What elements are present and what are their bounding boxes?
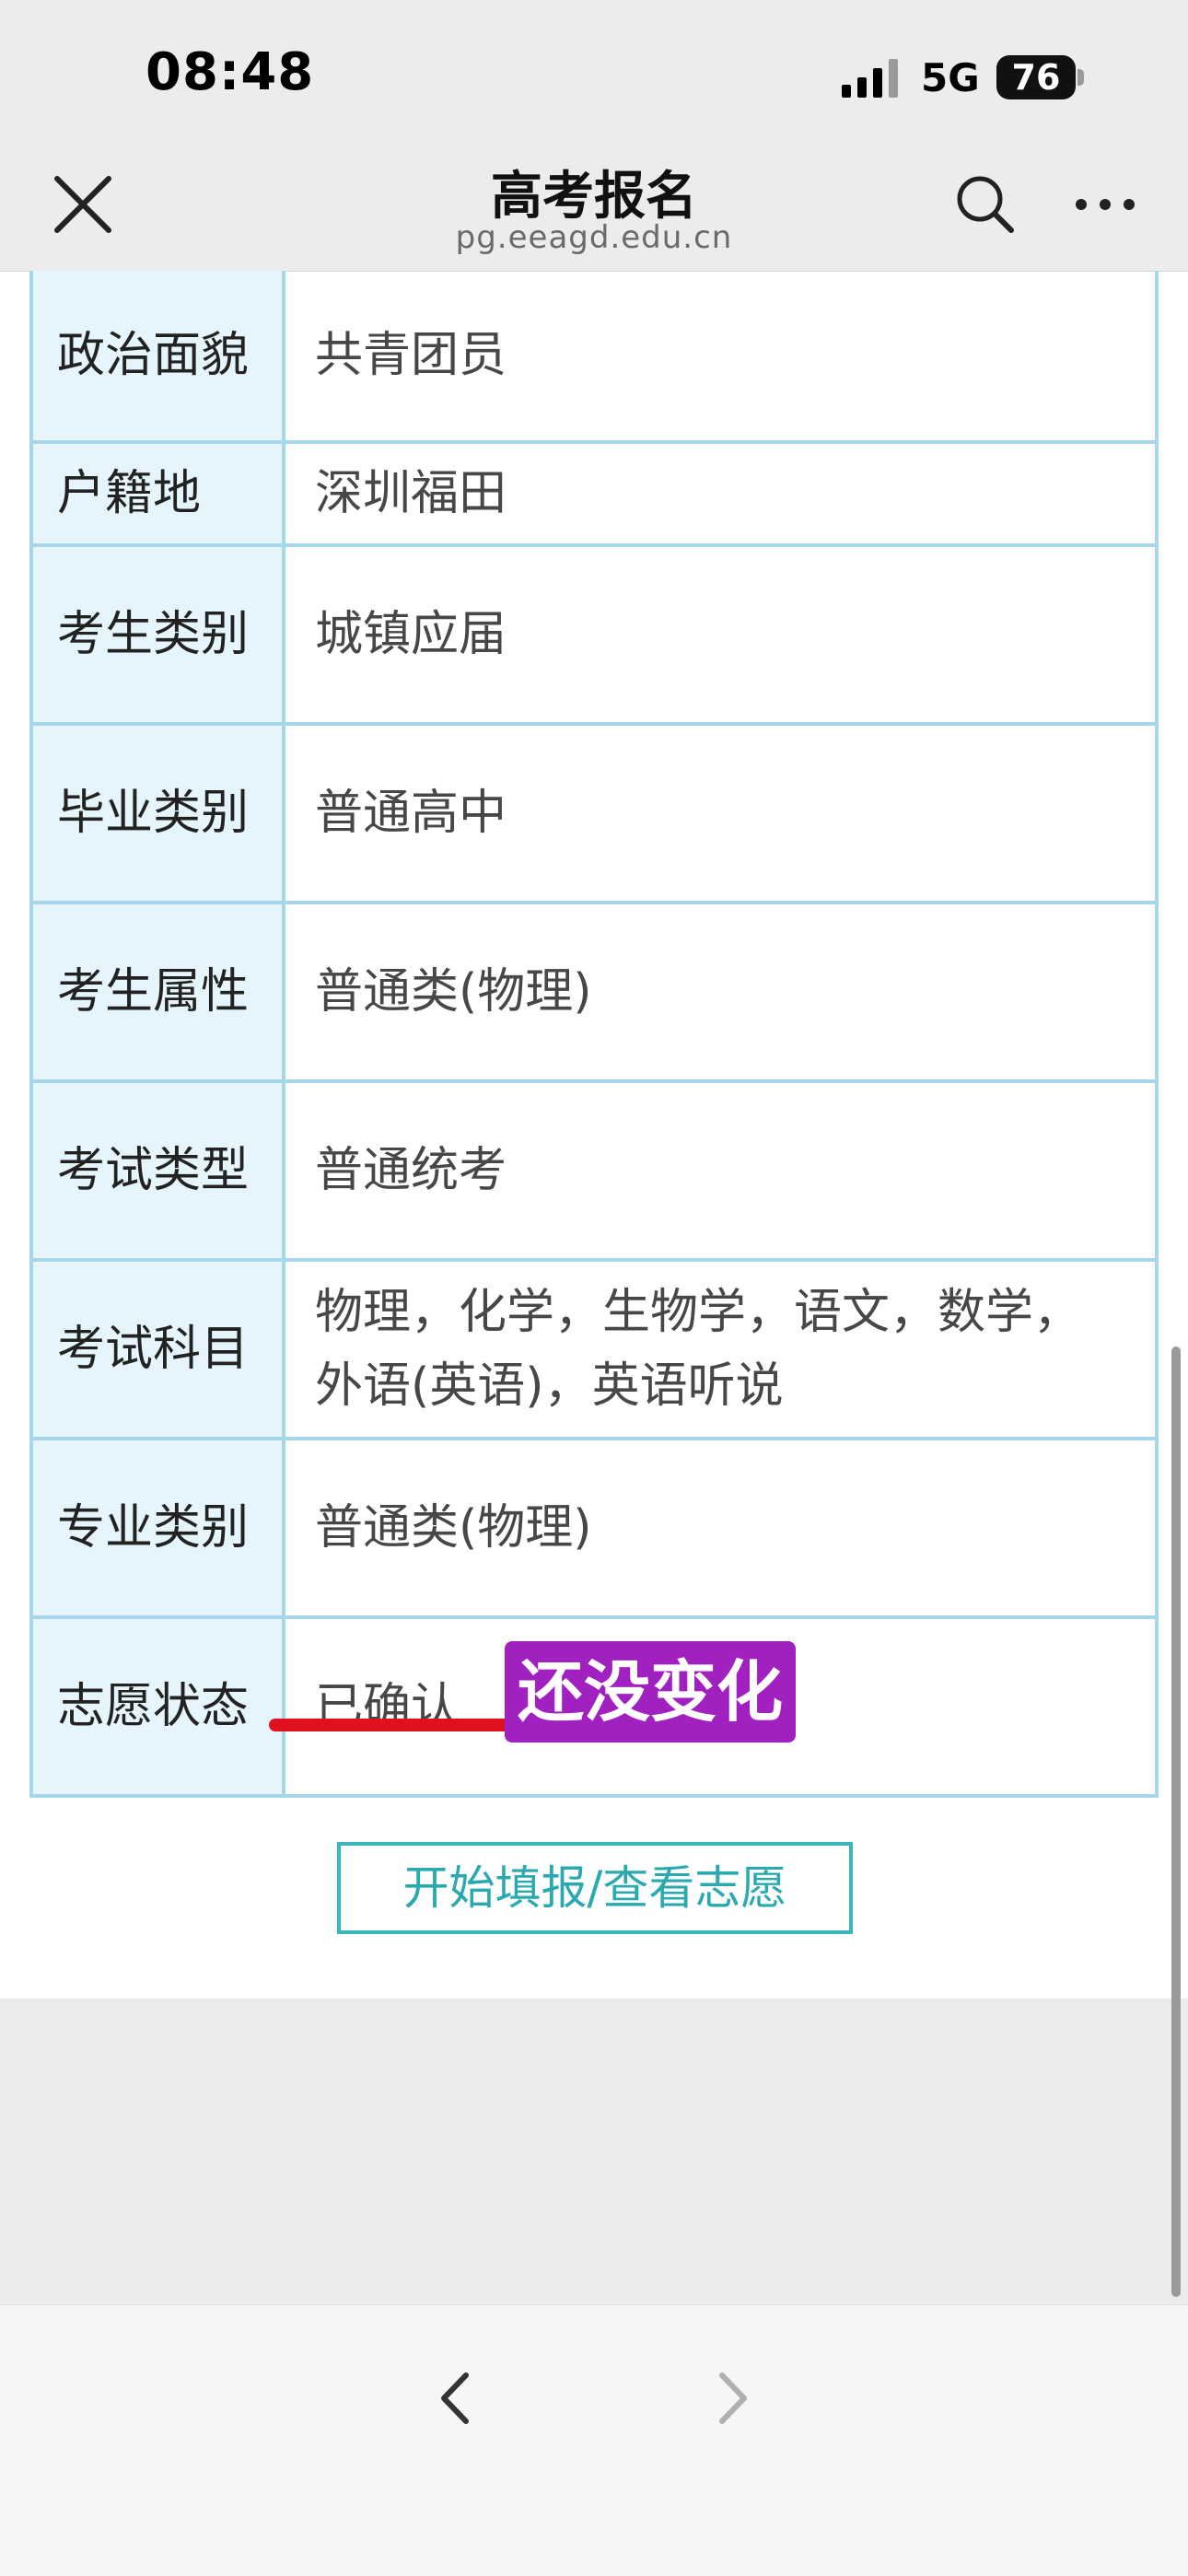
table-row: 毕业类别 普通高中 — [29, 722, 1159, 904]
top-chrome: 08:48 5G 76 高考报名 pg.eeagd.edu.cn — [0, 0, 1188, 272]
table-row: 志愿状态 已确认 还没变化 — [29, 1615, 1159, 1798]
row-value: 普通类(物理) — [282, 1437, 1159, 1619]
page-background — [0, 1999, 1188, 2304]
table-row: 考生属性 普通类(物理) — [29, 901, 1159, 1083]
row-value: 共青团员 — [282, 271, 1159, 444]
row-label: 户籍地 — [29, 440, 285, 547]
row-label: 考试科目 — [29, 1258, 285, 1440]
start-fill-view-wishes-button[interactable]: 开始填报/查看志愿 — [337, 1842, 853, 1934]
table-row: 专业类别 普通类(物理) — [29, 1437, 1159, 1619]
row-value: 普通类(物理) — [282, 901, 1159, 1083]
back-arrow-icon[interactable] — [431, 2366, 479, 2430]
row-label: 政治面貌 — [29, 271, 285, 444]
status-value-cell: 已确认 还没变化 — [269, 1615, 1159, 1798]
table-row: 考试类型 普通统考 — [29, 1079, 1159, 1262]
battery-indicator: 76 — [996, 55, 1076, 99]
registration-info-table: 政治面貌 共青团员 户籍地 深圳福田 考生类别 城镇应届 毕业类别 普通高中 考… — [29, 271, 1159, 1798]
row-label: 志愿状态 — [29, 1615, 285, 1798]
table-row: 政治面貌 共青团员 — [29, 271, 1159, 444]
annotation-badge: 还没变化 — [505, 1641, 797, 1743]
table-row: 考生类别 城镇应届 — [29, 543, 1159, 726]
scrollbar-thumb[interactable] — [1171, 1346, 1181, 2297]
row-value: 普通高中 — [282, 722, 1159, 904]
row-label: 考生属性 — [29, 901, 285, 1083]
table-row: 户籍地 深圳福田 — [29, 440, 1159, 547]
row-value: 城镇应届 — [282, 543, 1159, 726]
signal-strength-icon — [842, 59, 898, 98]
search-icon[interactable] — [954, 173, 1015, 234]
status-time: 08:48 — [146, 42, 315, 102]
table-row: 考试科目 物理，化学，生物学，语文，数学，外语(英语)，英语听说 — [29, 1258, 1159, 1440]
battery-cap — [1077, 69, 1084, 86]
bottom-navigation-bar — [0, 2304, 1188, 2576]
network-label: 5G — [921, 55, 980, 100]
row-value: 深圳福田 — [282, 440, 1159, 547]
forward-arrow-icon[interactable] — [709, 2366, 757, 2430]
row-label: 考试类型 — [29, 1079, 285, 1262]
row-label: 考生类别 — [29, 543, 285, 726]
more-icon[interactable] — [1072, 188, 1138, 221]
row-value: 普通统考 — [282, 1079, 1159, 1262]
row-value: 物理，化学，生物学，语文，数学，外语(英语)，英语听说 — [282, 1258, 1159, 1440]
row-label: 毕业类别 — [29, 722, 285, 904]
row-label: 专业类别 — [29, 1437, 285, 1619]
